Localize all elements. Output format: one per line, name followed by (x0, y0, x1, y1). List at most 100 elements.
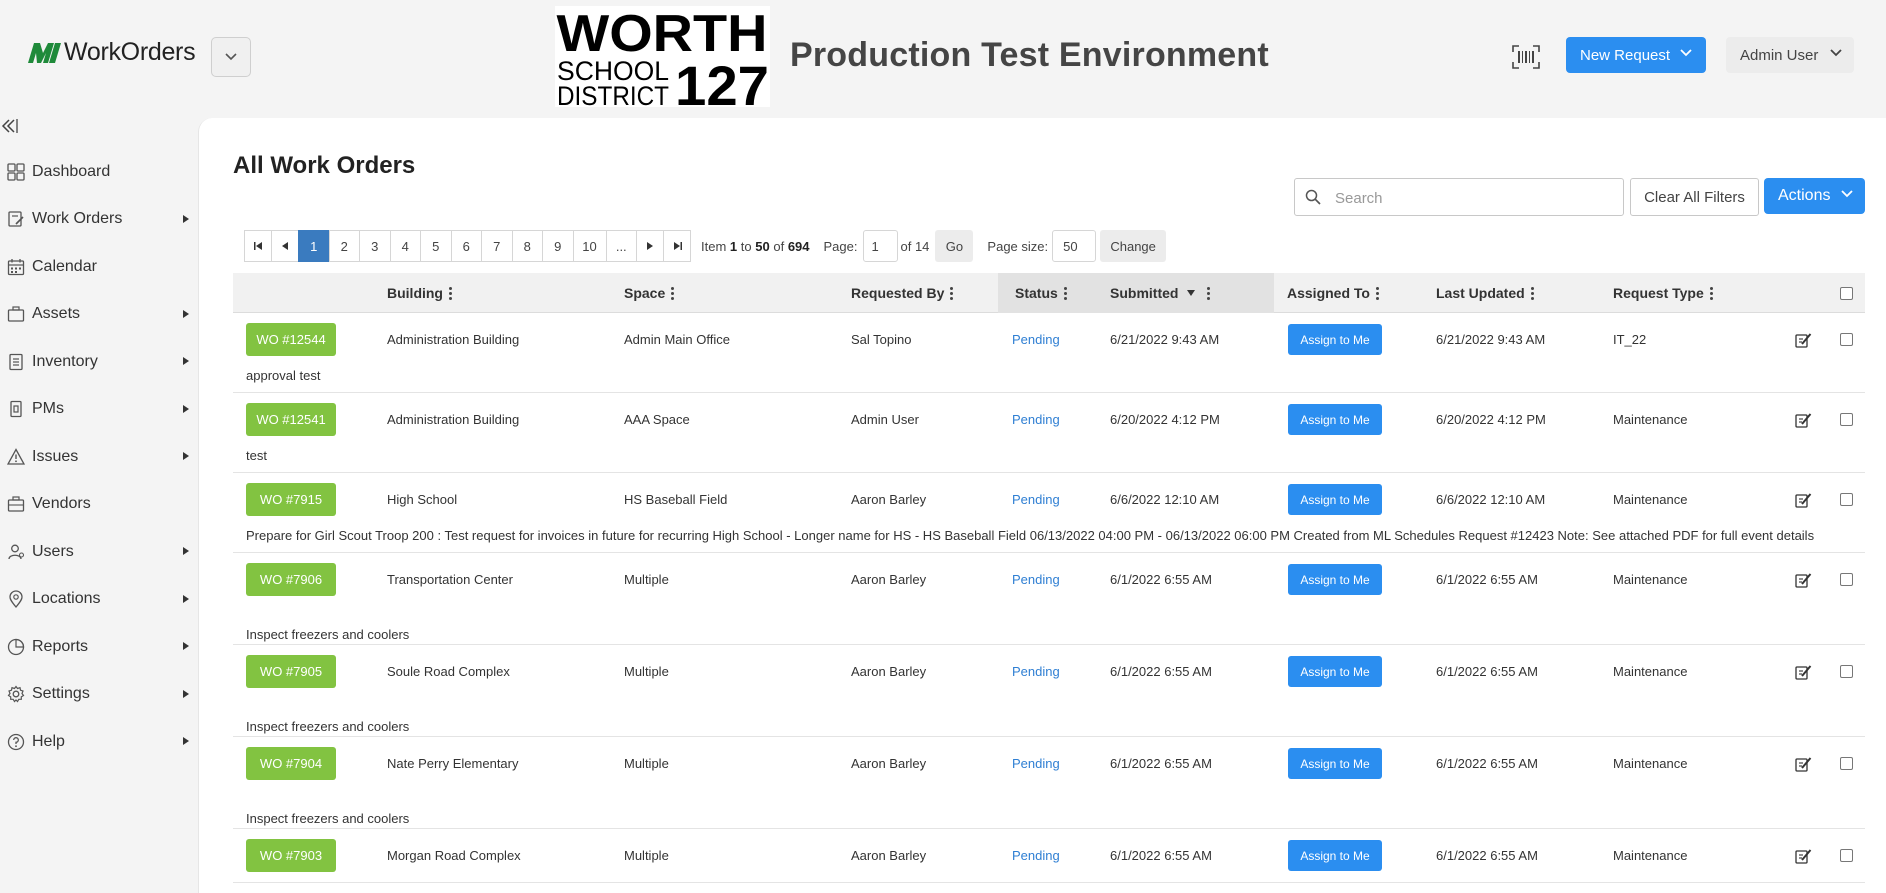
sidebar-item-work-orders[interactable]: Work Orders (0, 196, 196, 244)
sidebar-item-calendar[interactable]: Calendar (0, 243, 196, 291)
assign-to-me-button[interactable]: Assign to Me (1288, 564, 1382, 595)
column-menu-icon[interactable] (1207, 286, 1211, 300)
page-button[interactable]: 1 (298, 230, 330, 262)
row-checkbox[interactable] (1840, 573, 1853, 586)
first-page-button[interactable] (244, 230, 272, 262)
column-header-assigned-to[interactable]: Assigned To (1287, 273, 1379, 313)
prev-page-button[interactable] (271, 230, 299, 262)
new-request-button[interactable]: New Request (1566, 37, 1706, 73)
page-button[interactable]: 10 (572, 230, 607, 262)
work-order-number-button[interactable]: WO #7905 (246, 655, 336, 688)
sidebar-item-reports[interactable]: Reports (0, 623, 196, 671)
edit-icon[interactable] (1795, 572, 1812, 588)
assign-to-me-button[interactable]: Assign to Me (1288, 484, 1382, 515)
page-button[interactable]: 7 (481, 230, 513, 262)
edit-icon[interactable] (1795, 412, 1812, 428)
table-row[interactable]: WO #12541 Administration Building AAA Spac… (233, 393, 1865, 473)
assign-to-me-button[interactable]: Assign to Me (1288, 404, 1382, 435)
sidebar-item-settings[interactable]: Settings (0, 671, 196, 719)
page-number-input[interactable]: 1 (862, 230, 898, 262)
user-menu-button[interactable]: Admin User (1726, 37, 1854, 73)
cell-status[interactable]: Pending (1012, 645, 1060, 698)
assign-to-me-button[interactable]: Assign to Me (1288, 656, 1382, 687)
table-row[interactable]: WO #7904 Nate Perry Elementary Multiple Aar… (233, 737, 1865, 829)
search-field[interactable] (1294, 178, 1624, 216)
assign-to-me-button[interactable]: Assign to Me (1288, 748, 1382, 779)
edit-icon[interactable] (1795, 492, 1812, 508)
page-button[interactable]: 8 (511, 230, 543, 262)
table-row[interactable]: WO #7906 Transportation Center Multiple Aar… (233, 553, 1865, 645)
column-menu-icon[interactable] (449, 286, 452, 300)
page-button[interactable]: 5 (420, 230, 452, 262)
brand[interactable]: WorkOrders (28, 38, 196, 67)
page-size-input[interactable]: 50 (1052, 230, 1097, 262)
page-button[interactable]: 9 (542, 230, 574, 262)
work-order-number-button[interactable]: WO #7915 (246, 483, 336, 516)
sidebar-item-vendors[interactable]: Vendors (0, 481, 196, 529)
row-checkbox[interactable] (1840, 665, 1853, 678)
cell-status[interactable]: Pending (1012, 737, 1060, 790)
row-checkbox[interactable] (1840, 333, 1853, 346)
row-checkbox[interactable] (1840, 849, 1853, 862)
edit-icon[interactable] (1795, 332, 1812, 348)
column-header-space[interactable]: Space (624, 273, 675, 313)
page-button[interactable]: 2 (328, 230, 360, 262)
more-pages-button[interactable]: ... (605, 230, 637, 262)
sidebar-item-inventory[interactable]: Inventory (0, 338, 196, 386)
column-header-building[interactable]: Building (387, 273, 452, 313)
cell-status[interactable]: Pending (1012, 553, 1060, 606)
table-row[interactable]: WO #7905 Soule Road Complex Multiple Aaron … (233, 645, 1865, 737)
page-button[interactable]: 6 (450, 230, 482, 262)
column-menu-icon[interactable] (1530, 286, 1534, 300)
edit-icon[interactable] (1795, 756, 1812, 772)
next-page-button[interactable] (636, 230, 664, 262)
column-menu-icon[interactable] (1063, 286, 1067, 300)
assign-to-me-button[interactable]: Assign to Me (1288, 324, 1382, 355)
row-checkbox[interactable] (1840, 757, 1853, 770)
sidebar-item-pms[interactable]: PMs (0, 386, 196, 434)
sidebar-item-locations[interactable]: Locations (0, 576, 196, 624)
column-header-requested-by[interactable]: Requested By (851, 273, 954, 313)
page-button[interactable]: 4 (389, 230, 421, 262)
sidebar-item-issues[interactable]: Issues (0, 433, 196, 481)
work-order-number-button[interactable]: WO #12544 (246, 323, 336, 356)
column-menu-icon[interactable] (950, 286, 954, 300)
sidebar-item-assets[interactable]: Assets (0, 291, 196, 339)
sidebar-item-help[interactable]: Help (0, 718, 196, 766)
column-header-request-type[interactable]: Request Type (1613, 273, 1713, 313)
page-button[interactable]: 3 (359, 230, 391, 262)
column-header-status[interactable]: Status (1015, 273, 1067, 313)
edit-icon[interactable] (1795, 848, 1812, 864)
cell-status[interactable]: Pending (1012, 829, 1060, 882)
last-page-button[interactable] (663, 230, 691, 262)
change-page-size-button[interactable]: Change (1100, 230, 1167, 262)
cell-status[interactable]: Pending (1012, 393, 1060, 446)
work-order-number-button[interactable]: WO #7906 (246, 563, 336, 596)
cell-status[interactable]: Pending (1012, 313, 1060, 366)
sidebar-item-dashboard[interactable]: Dashboard (0, 148, 196, 196)
row-checkbox[interactable] (1840, 413, 1853, 426)
search-input[interactable] (1335, 187, 1615, 209)
actions-button[interactable]: Actions (1764, 178, 1865, 214)
work-order-number-button[interactable]: WO #7904 (246, 747, 336, 780)
clear-all-filters-button[interactable]: Clear All Filters (1630, 178, 1759, 216)
work-order-number-button[interactable]: WO #7903 (246, 839, 336, 872)
collapse-sidebar-icon[interactable] (0, 117, 18, 135)
edit-icon[interactable] (1795, 664, 1812, 680)
row-checkbox[interactable] (1840, 493, 1853, 506)
column-header-submitted[interactable]: Submitted (1110, 273, 1211, 313)
table-row[interactable]: WO #7915 High School HS Baseball Field Aaro… (233, 473, 1865, 553)
assign-to-me-button[interactable]: Assign to Me (1288, 840, 1382, 871)
table-row[interactable]: WO #12544 Administration Building Admin Ma… (233, 313, 1865, 393)
sidebar-item-users[interactable]: Users (0, 528, 196, 576)
column-menu-icon[interactable] (1375, 286, 1379, 300)
table-row[interactable]: WO #7903 Morgan Road Complex Multiple Aaron… (233, 829, 1865, 883)
column-menu-icon[interactable] (671, 286, 675, 300)
go-button[interactable]: Go (935, 230, 974, 262)
work-order-number-button[interactable]: WO #12541 (246, 403, 336, 436)
column-menu-icon[interactable] (1709, 286, 1713, 300)
barcode-scan-icon[interactable] (1512, 45, 1540, 69)
column-header-last-updated[interactable]: Last Updated (1436, 273, 1534, 313)
cell-status[interactable]: Pending (1012, 473, 1060, 526)
app-switcher-dropdown[interactable] (211, 37, 251, 77)
